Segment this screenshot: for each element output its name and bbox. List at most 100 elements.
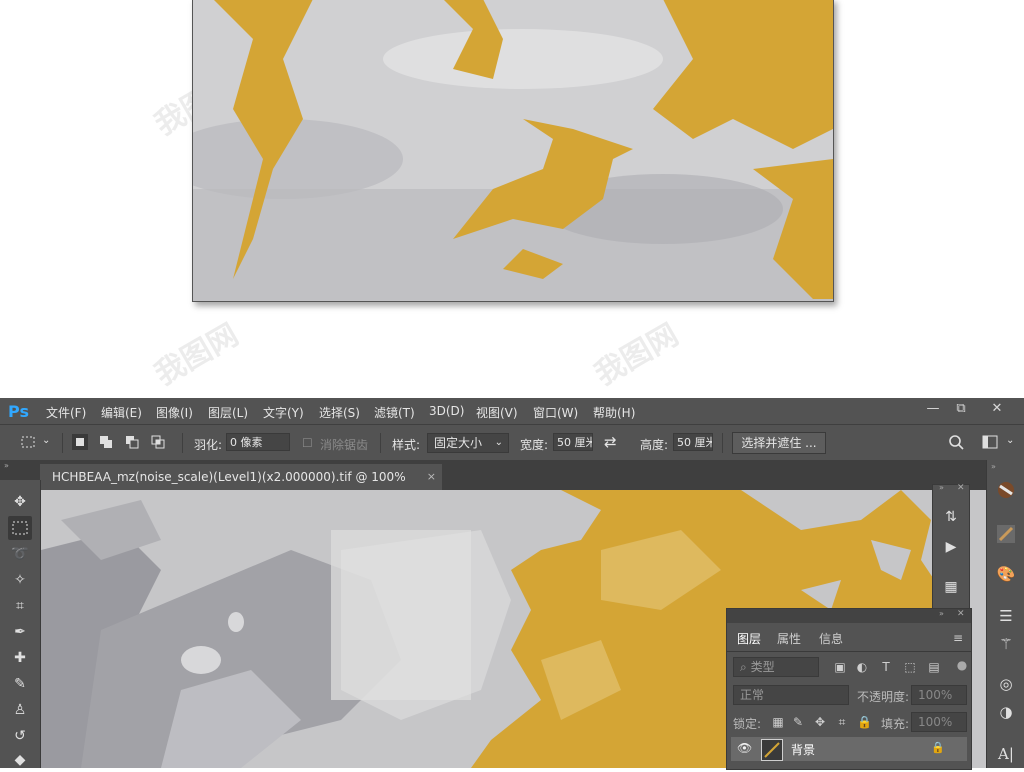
restore-icon[interactable]: ⧉ bbox=[946, 400, 976, 420]
width-input[interactable]: 50 厘米 bbox=[553, 433, 593, 451]
minimize-icon[interactable]: — bbox=[918, 400, 948, 420]
style-select[interactable]: 固定大小 ⌄ bbox=[427, 433, 509, 453]
brush-tool-icon[interactable]: ✎ bbox=[8, 672, 32, 696]
visibility-eye-icon[interactable]: 👁 bbox=[737, 741, 752, 755]
photoshop-logo: Ps bbox=[8, 402, 29, 421]
paths-icon[interactable]: ◑ bbox=[994, 700, 1018, 724]
layer-lock-icon: 🔒 bbox=[931, 741, 945, 754]
layer-filter-select[interactable]: ⌕ 类型 bbox=[733, 657, 819, 677]
lasso-tool-icon[interactable]: ➰ bbox=[8, 542, 32, 566]
collapse-icon[interactable]: » bbox=[939, 483, 944, 492]
rect-marquee-preset-icon[interactable] bbox=[20, 434, 36, 450]
shape-filter-icon[interactable]: ⬚ bbox=[903, 660, 917, 674]
feather-input[interactable]: 0 像素 bbox=[226, 433, 290, 451]
workspace-icon[interactable] bbox=[982, 434, 998, 450]
grid-icon[interactable]: ▦ bbox=[939, 575, 963, 599]
fill-input[interactable]: 100% bbox=[911, 712, 967, 732]
document-tab[interactable]: HCHBEAA_mz(noise_scale)(Level1)(x2.00000… bbox=[40, 464, 442, 510]
divider bbox=[727, 651, 971, 652]
right-panel-strip: » 🎨 ☰ ⚚ ◎ ◑ A| bbox=[986, 460, 1024, 768]
menu-view[interactable]: 视图(V) bbox=[476, 404, 518, 421]
rect-marquee-tool-icon[interactable] bbox=[8, 516, 32, 540]
collapse-icon[interactable]: » bbox=[991, 462, 996, 471]
magic-wand-tool-icon[interactable]: ✧ bbox=[8, 568, 32, 592]
close-icon[interactable]: ✕ bbox=[982, 400, 1012, 420]
new-selection-icon[interactable] bbox=[72, 434, 88, 450]
menu-edit[interactable]: 编辑(E) bbox=[101, 404, 142, 421]
smart-object-filter-icon[interactable]: ▤ bbox=[927, 660, 941, 674]
blend-mode-select[interactable]: 正常 bbox=[733, 685, 849, 705]
divider bbox=[182, 433, 183, 453]
lock-position-icon[interactable]: ✥ bbox=[813, 715, 827, 729]
divider bbox=[722, 433, 723, 453]
menu-filter[interactable]: 滤镜(T) bbox=[374, 404, 415, 421]
add-to-selection-icon[interactable] bbox=[98, 434, 114, 450]
height-input[interactable]: 50 厘米 bbox=[673, 433, 713, 451]
lock-transparency-icon[interactable]: ▦ bbox=[771, 715, 785, 729]
swatches-icon[interactable]: 🎨 bbox=[994, 562, 1018, 586]
adjustment-filter-icon[interactable]: ◐ bbox=[855, 660, 869, 674]
tab-layers[interactable]: 图层 bbox=[731, 627, 768, 652]
close-icon[interactable]: ✕ bbox=[957, 483, 965, 493]
character-icon[interactable]: A| bbox=[994, 742, 1018, 766]
lock-artboard-icon[interactable]: ⌗ bbox=[835, 715, 849, 729]
menu-layer[interactable]: 图层(L) bbox=[208, 404, 248, 421]
collapse-panels-icon[interactable]: » bbox=[4, 461, 9, 470]
layer-thumbnail bbox=[761, 739, 783, 761]
menu-3d[interactable]: 3D(D) bbox=[429, 404, 464, 418]
eyedropper-tool-icon[interactable]: ✒ bbox=[8, 620, 32, 644]
filter-toggle-icon[interactable]: ● bbox=[955, 658, 969, 672]
panel-menu-icon[interactable]: ≡ bbox=[953, 631, 963, 645]
watermark: 我图网 bbox=[589, 317, 685, 393]
menu-window[interactable]: 窗口(W) bbox=[533, 404, 578, 421]
actions-play-icon[interactable]: ▶ bbox=[939, 535, 963, 559]
antialias-checkbox[interactable]: ☐ bbox=[302, 436, 313, 450]
swap-dimensions-icon[interactable]: ⇄ bbox=[604, 433, 617, 451]
adjustments-icon[interactable]: ☰ bbox=[994, 604, 1018, 628]
lock-pixels-icon[interactable]: ✎ bbox=[791, 715, 805, 729]
menu-type[interactable]: 文字(Y) bbox=[263, 404, 304, 421]
select-and-mask-button[interactable]: 选择并遮住 ... bbox=[732, 432, 826, 454]
color-panel-icon[interactable] bbox=[994, 478, 1018, 502]
opacity-input[interactable]: 100% bbox=[911, 685, 967, 705]
menu-select[interactable]: 选择(S) bbox=[319, 404, 360, 421]
chevron-down-icon: ⌄ bbox=[494, 437, 503, 448]
crop-tool-icon[interactable]: ⌗ bbox=[8, 594, 32, 618]
layer-row[interactable]: 👁 背景 🔒 bbox=[731, 737, 967, 761]
divider bbox=[380, 433, 381, 453]
search-icon[interactable] bbox=[948, 434, 964, 450]
channels-icon[interactable]: ◎ bbox=[994, 672, 1018, 696]
style-label: 样式: bbox=[392, 438, 421, 452]
divider bbox=[62, 433, 63, 453]
height-label: 高度: bbox=[640, 438, 669, 452]
pixel-filter-icon[interactable]: ▣ bbox=[833, 660, 847, 674]
chevron-down-icon[interactable]: ⌄ bbox=[1006, 435, 1014, 446]
menu-image[interactable]: 图像(I) bbox=[156, 404, 193, 421]
clone-stamp-tool-icon[interactable]: ♙ bbox=[8, 698, 32, 722]
close-icon[interactable]: ✕ bbox=[957, 609, 965, 619]
opacity-label: 不透明度: bbox=[857, 690, 910, 704]
intersect-selection-icon[interactable] bbox=[150, 434, 166, 450]
eraser-tool-icon[interactable]: ◆ bbox=[8, 748, 32, 772]
history-panel-icon[interactable]: ⇅ bbox=[939, 505, 963, 529]
layer-name: 背景 bbox=[791, 743, 816, 757]
tab-info[interactable]: 信息 bbox=[813, 627, 849, 651]
healing-brush-tool-icon[interactable]: ✚ bbox=[8, 646, 32, 670]
menu-file[interactable]: 文件(F) bbox=[46, 404, 86, 421]
collapse-icon[interactable]: » bbox=[939, 609, 944, 618]
tab-properties[interactable]: 属性 bbox=[771, 627, 807, 651]
subtract-from-selection-icon[interactable] bbox=[124, 434, 140, 450]
history-brush-tool-icon[interactable]: ↺ bbox=[8, 724, 32, 748]
menu-bar: Ps 文件(F) 编辑(E) 图像(I) 图层(L) 文字(Y) 选择(S) 滤… bbox=[0, 398, 1024, 424]
brush-preset-icon[interactable] bbox=[994, 522, 1018, 546]
antialias-label: 消除锯齿 bbox=[320, 438, 369, 452]
menu-help[interactable]: 帮助(H) bbox=[593, 404, 635, 421]
lock-all-icon[interactable]: 🔒 bbox=[857, 715, 872, 729]
move-tool-icon[interactable]: ✥ bbox=[8, 490, 32, 514]
tools-panel: ✥ ➰ ✧ ⌗ ✒ ✚ ✎ ♙ ↺ ◆ bbox=[0, 480, 41, 768]
type-filter-icon[interactable]: T bbox=[879, 660, 893, 674]
chevron-down-icon[interactable]: ⌄ bbox=[42, 435, 50, 446]
filter-placeholder: 类型 bbox=[750, 660, 775, 674]
styles-icon[interactable]: ⚚ bbox=[994, 632, 1018, 656]
close-tab-icon[interactable]: × bbox=[427, 464, 436, 490]
